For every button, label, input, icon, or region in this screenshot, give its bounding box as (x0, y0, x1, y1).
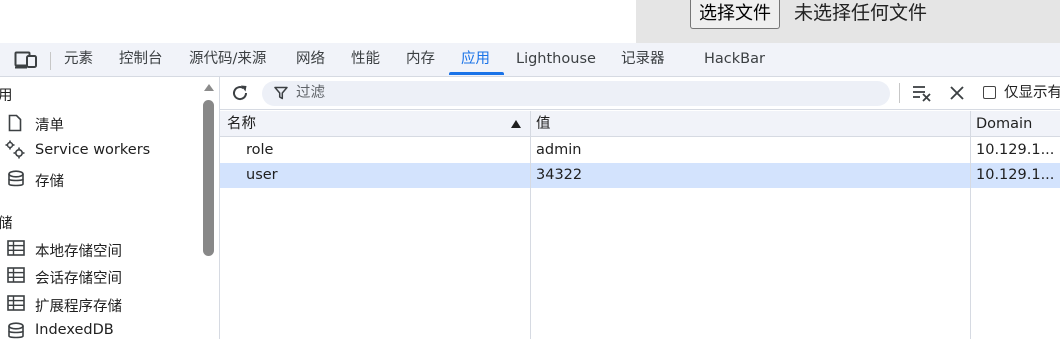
device-toolbar-icon[interactable] (14, 51, 38, 69)
document-icon (8, 114, 22, 132)
tab-network[interactable]: 网络 (296, 43, 325, 76)
clear-all-cookies-icon[interactable] (949, 85, 965, 101)
database-icon (8, 322, 24, 339)
show-only-issues-checkbox[interactable] (983, 86, 996, 99)
sidebar-item-storage[interactable]: 存储 (35, 170, 64, 191)
tab-hackbar[interactable]: HackBar (704, 43, 765, 76)
column-divider[interactable] (970, 111, 971, 339)
cookie-domain-cell: 10.129.1... (976, 167, 1055, 183)
tab-elements[interactable]: 元素 (64, 43, 93, 76)
tabbar-separator (50, 52, 51, 70)
tab-memory[interactable]: 内存 (406, 43, 435, 76)
database-icon (8, 170, 24, 187)
cookie-domain-cell: 10.129.1... (976, 142, 1055, 158)
file-status-text: 未选择任何文件 (794, 2, 928, 24)
sidebar-item-extension-storage[interactable]: 扩展程序存储 (35, 295, 122, 316)
sort-ascending-icon (511, 120, 521, 128)
tab-console[interactable]: 控制台 (119, 43, 163, 76)
table-row[interactable]: role admin 10.129.1... (220, 138, 1060, 163)
table-icon (7, 295, 25, 311)
table-icon (7, 267, 25, 283)
filter-icon (274, 86, 288, 100)
cookie-name-cell: role (246, 142, 274, 158)
tab-sources[interactable]: 源代码/来源 (189, 43, 266, 76)
toolbar-separator (899, 83, 900, 103)
sidebar-section-application: 用 (0, 88, 13, 104)
scroll-up-arrow-icon[interactable] (204, 84, 214, 91)
filter-input[interactable] (262, 81, 890, 106)
cookies-table-header (220, 111, 1060, 137)
column-header-domain[interactable]: Domain (976, 111, 1032, 137)
sidebar-item-indexeddb[interactable]: IndexedDB (35, 322, 114, 338)
application-sidebar: 用 清单 Service workers 存储 储 本地存储空间 会话存储空间 (0, 77, 220, 339)
sidebar-scrollbar[interactable] (203, 100, 214, 256)
sidebar-item-local-storage[interactable]: 本地存储空间 (35, 240, 122, 261)
cookie-value-cell: 34322 (536, 167, 583, 183)
refresh-icon[interactable] (230, 83, 250, 103)
sidebar-item-session-storage[interactable]: 会话存储空间 (35, 267, 122, 288)
tab-performance[interactable]: 性能 (351, 43, 380, 76)
gears-icon (5, 140, 25, 159)
table-icon (7, 240, 25, 256)
choose-file-button[interactable]: 选择文件 (690, 0, 780, 29)
sidebar-item-service-workers[interactable]: Service workers (35, 142, 150, 158)
tab-recorder[interactable]: 记录器 (621, 43, 665, 76)
column-divider[interactable] (530, 111, 531, 339)
devtools-tabbar: 元素 控制台 源代码/来源 网络 性能 内存 应用 Lighthouse 记录器… (0, 43, 1060, 77)
clear-filtered-cookies-icon[interactable] (912, 84, 932, 102)
sidebar-item-manifest[interactable]: 清单 (35, 114, 64, 135)
show-only-issues-label: 仅显示有 (1004, 85, 1060, 101)
column-header-name[interactable]: 名称 (227, 111, 256, 137)
active-tab-indicator (449, 72, 504, 75)
tab-lighthouse[interactable]: Lighthouse (516, 43, 596, 76)
sidebar-section-storage: 储 (0, 216, 13, 232)
column-header-value[interactable]: 值 (536, 111, 551, 137)
filter-placeholder: 过滤 (296, 85, 325, 101)
table-row[interactable]: user 34322 10.129.1... (220, 163, 1060, 188)
cookie-value-cell: admin (536, 142, 582, 158)
cookie-name-cell: user (246, 167, 278, 183)
